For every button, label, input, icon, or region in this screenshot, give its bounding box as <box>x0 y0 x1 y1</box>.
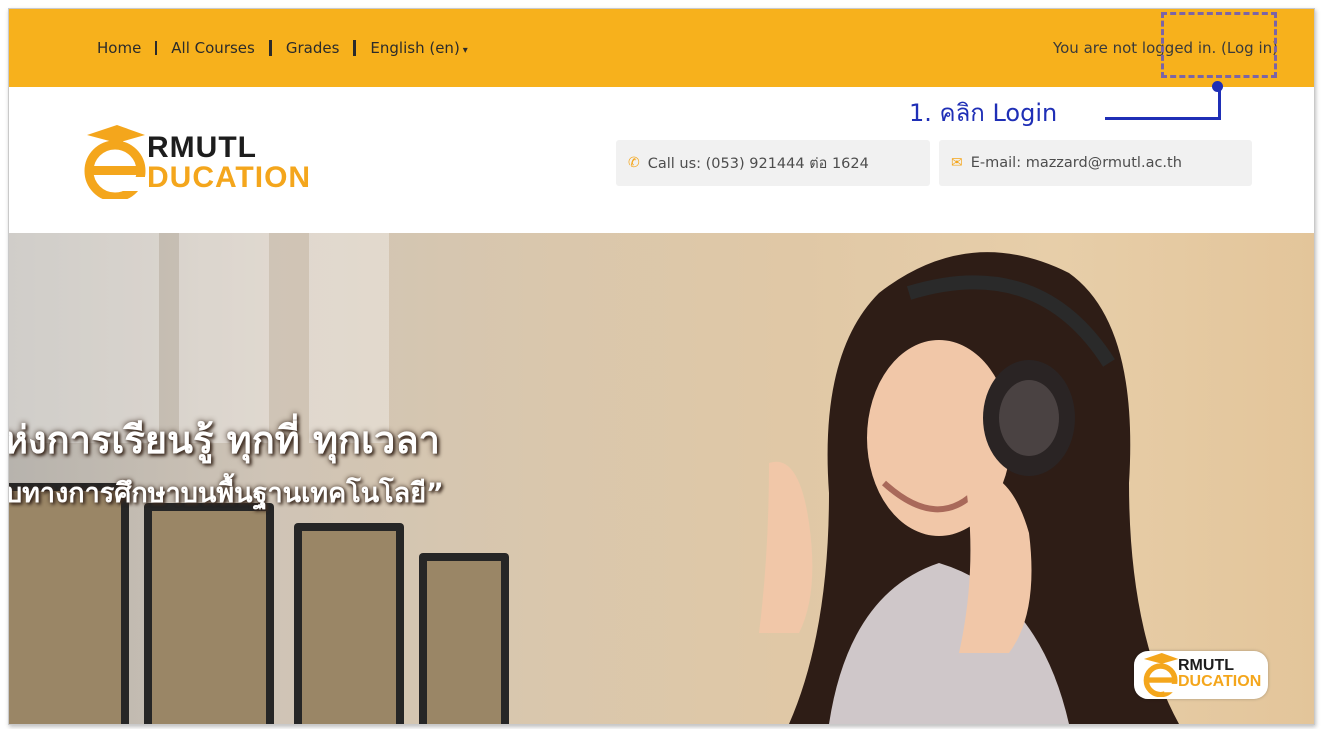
nav-all-courses-link[interactable]: All Courses <box>171 39 255 57</box>
contact-phone-text: Call us: (053) 921444 ต่อ 1624 <box>647 155 869 172</box>
site-logo[interactable]: RMUTL DUCATION <box>81 125 371 199</box>
nav-separator <box>268 40 272 56</box>
browser-frame: Home All Courses Grades English (en) ▾ Yo… <box>8 8 1315 725</box>
contact-email-text: E-mail: mazzard@rmutl.ac.th <box>970 155 1182 171</box>
hero-banner: ห่งการเรียนรู้ ทุกที่ ทุกเวลา บทางการศึก… <box>9 233 1314 724</box>
hero-title: ห่งการเรียนรู้ ทุกที่ ทุกเวลา <box>9 418 440 462</box>
hero-monitor <box>9 483 129 724</box>
site-header: 1. คลิก Login RMUTL DUCATION ✆ Call us: … <box>9 81 1314 233</box>
envelope-icon: ✉ <box>951 155 963 171</box>
login-highlight-box <box>1161 12 1277 78</box>
logo-e-icon <box>1143 653 1179 697</box>
phone-icon: ✆ <box>628 155 640 171</box>
logo-text-ducation: DUCATION <box>147 161 312 194</box>
hero-monitor <box>144 503 274 724</box>
caret-down-icon: ▾ <box>462 45 468 56</box>
contact-phone: ✆ Call us: (053) 921444 ต่อ 1624 <box>616 140 930 186</box>
hero-monitor <box>294 523 404 724</box>
nav-separator <box>353 40 357 56</box>
annotation-line-vertical <box>1218 87 1221 120</box>
language-label: English (en) <box>370 39 460 57</box>
nav-home-link[interactable]: Home <box>97 39 141 57</box>
nav-separator <box>155 41 158 55</box>
hero-monitor <box>419 553 509 724</box>
hero-logo-badge: RMUTL DUCATION <box>1134 651 1268 699</box>
logo-e-icon <box>84 125 146 199</box>
language-dropdown[interactable]: English (en) ▾ <box>370 39 467 57</box>
nav-grades-link[interactable]: Grades <box>286 39 340 57</box>
annotation-click-login: 1. คลิก Login <box>909 99 1058 127</box>
hero-subtitle: บทางการศึกษาบนพื้นฐานเทคโนโลยี” <box>9 478 444 509</box>
annotation-line-horizontal <box>1105 117 1221 120</box>
top-navbar: Home All Courses Grades English (en) ▾ Yo… <box>9 9 1314 87</box>
logo-text-rmutl: RMUTL <box>147 131 257 164</box>
badge-text-ducation: DUCATION <box>1178 673 1262 690</box>
contact-email: ✉ E-mail: mazzard@rmutl.ac.th <box>939 140 1252 186</box>
main-nav: Home All Courses Grades English (en) ▾ <box>97 39 468 57</box>
